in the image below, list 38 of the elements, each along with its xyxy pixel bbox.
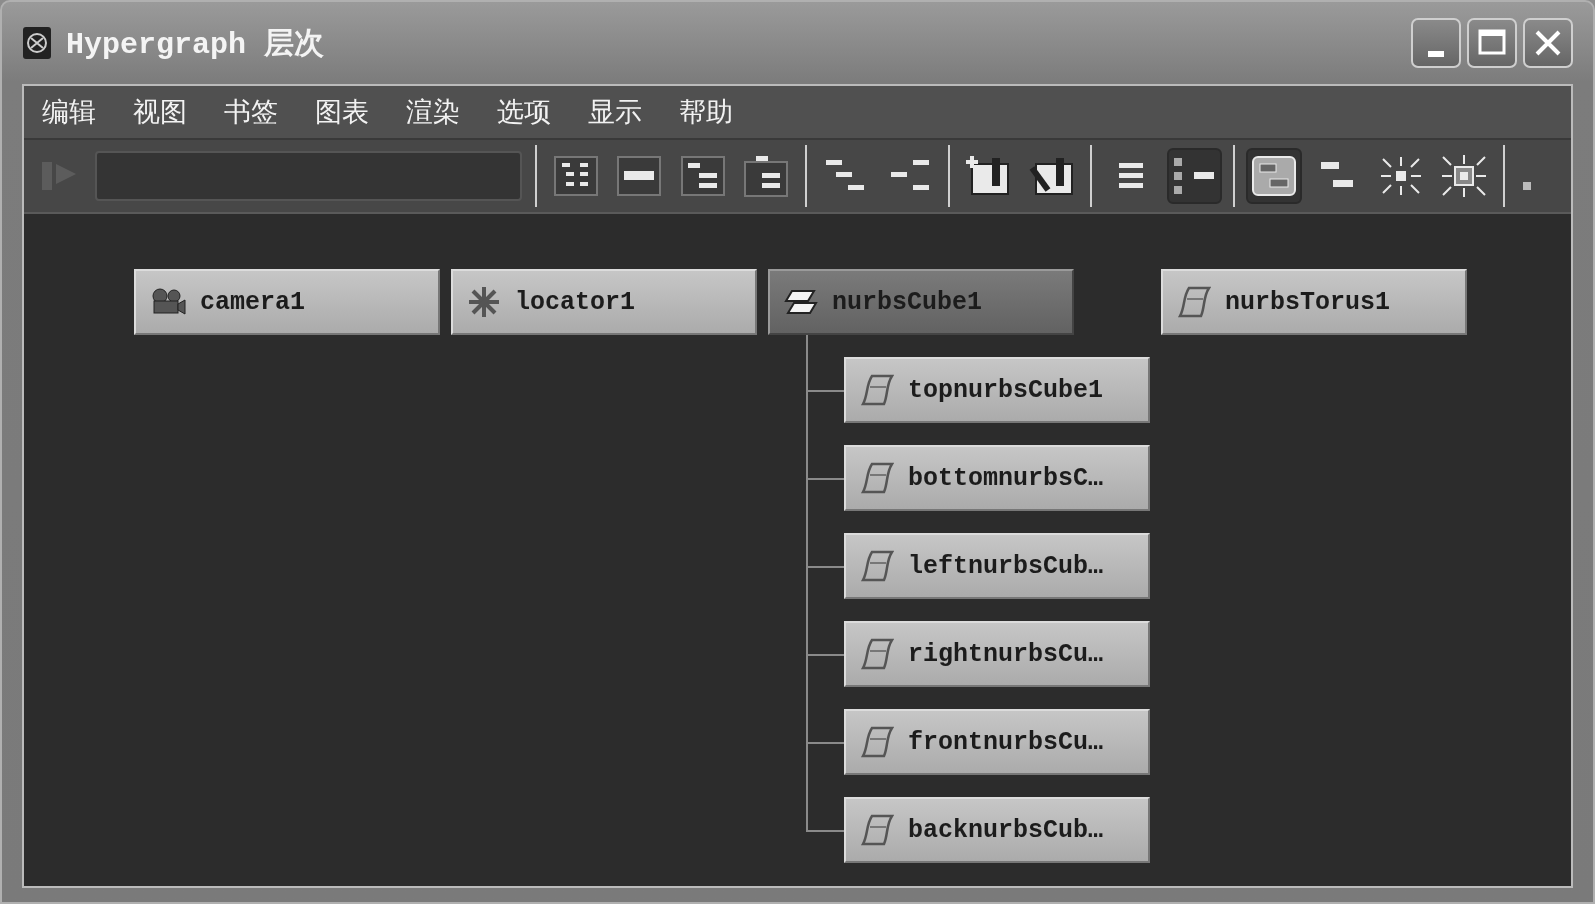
surface-icon	[860, 373, 894, 407]
node[interactable]: frontnurbsCu…	[844, 709, 1150, 775]
surface-icon	[860, 813, 894, 847]
node[interactable]: bottomnurbsC…	[844, 445, 1150, 511]
node[interactable]: rightnurbsCu…	[844, 621, 1150, 687]
asterisk-icon	[467, 285, 501, 319]
input-field[interactable]	[95, 151, 523, 201]
window-title: Hypergraph 层次	[66, 26, 326, 64]
node[interactable]: camera1	[134, 269, 440, 335]
menu-item[interactable]: 视图	[133, 94, 187, 130]
menu-item[interactable]: 选项	[497, 94, 551, 130]
scene-icon[interactable]	[1246, 148, 1302, 204]
node[interactable]: nurbsTorus1	[1161, 269, 1467, 335]
menu-item[interactable]: 图表	[315, 94, 369, 130]
close-button[interactable]	[1523, 18, 1573, 68]
menu-item[interactable]: 编辑	[42, 94, 96, 130]
hierarchy-icon[interactable]	[1166, 148, 1223, 204]
minimize-icon	[1428, 51, 1444, 57]
minimize-button[interactable]	[1411, 18, 1461, 68]
surface-icon	[860, 461, 894, 495]
surface-icon	[784, 287, 818, 317]
node[interactable]: locator1	[451, 269, 757, 335]
app-icon	[22, 26, 52, 60]
node[interactable]: backnurbsCub…	[844, 797, 1150, 863]
surface-icon	[860, 549, 894, 583]
node[interactable]: leftnurbsCub…	[844, 533, 1150, 599]
menu-item[interactable]: 书签	[224, 94, 278, 130]
menu-item[interactable]: 帮助	[679, 94, 733, 130]
menu-item[interactable]: 渲染	[406, 94, 460, 130]
camera-icon	[150, 287, 186, 317]
surface-icon	[860, 637, 894, 671]
menu-item[interactable]: 显示	[588, 94, 642, 130]
maximize-button[interactable]	[1467, 18, 1517, 68]
surface-icon	[860, 725, 894, 759]
close-icon	[1533, 28, 1563, 58]
surface-icon	[1177, 285, 1211, 319]
node[interactable]: topnurbsCube1	[844, 357, 1150, 423]
maximize-icon	[1477, 28, 1507, 58]
